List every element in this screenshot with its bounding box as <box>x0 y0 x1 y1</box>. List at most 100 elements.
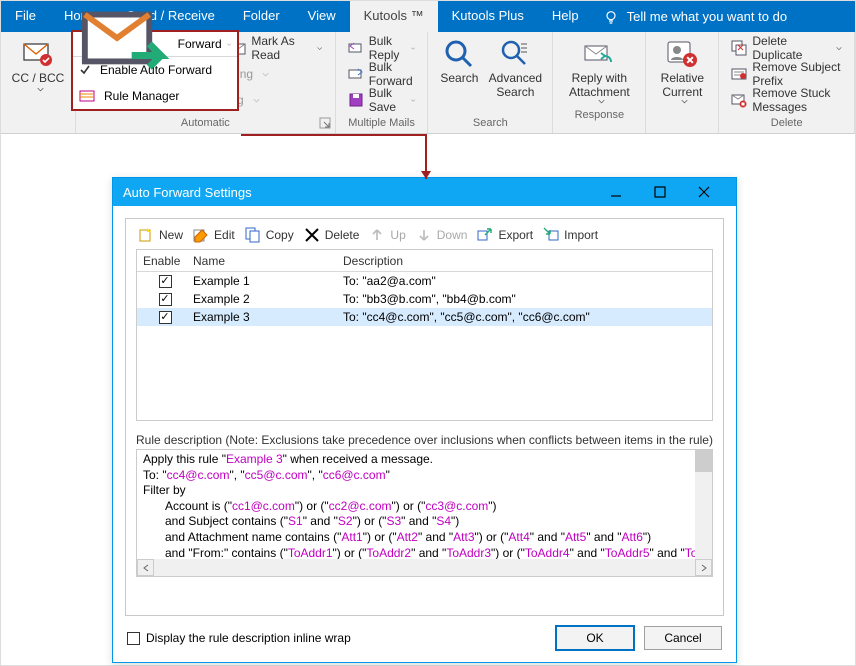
ribbon-group-response: Reply with Attachment Response <box>553 32 646 133</box>
ribbon-body: CC / BCC x x x Mark As Read tting <box>1 32 855 134</box>
dialog-footer: Display the rule description inline wrap… <box>125 616 724 650</box>
scroll-right-button[interactable] <box>695 559 712 576</box>
forward-label: Forward <box>178 37 222 51</box>
chevron-down-icon <box>411 97 415 104</box>
rule-desc-cell: To: "aa2@a.com" <box>337 274 712 288</box>
table-row[interactable]: Example 1To: "aa2@a.com" <box>137 272 712 290</box>
vertical-scrollbar[interactable] <box>695 450 712 559</box>
ccbcc-button[interactable]: CC / BCC <box>7 36 69 95</box>
display-inline-wrap-label: Display the rule description inline wrap <box>146 631 351 645</box>
table-row[interactable]: Example 2To: "bb3@b.com", "bb4@b.com" <box>137 290 712 308</box>
delete-duplicate-button[interactable]: Delete Duplicate <box>725 36 848 60</box>
remove-subject-prefix-label: Remove Subject Prefix <box>752 60 842 88</box>
bulk-reply-label: Bulk Reply <box>369 34 403 62</box>
ribbon-group-label-response: Response <box>575 107 625 125</box>
mark-as-read-button[interactable]: Mark As Read <box>224 36 328 60</box>
auto-forward-settings-dialog: Auto Forward Settings New Edit Copy <box>112 177 737 663</box>
enable-checkbox[interactable] <box>159 275 172 288</box>
tab-view[interactable]: View <box>294 1 350 32</box>
relative-current-button[interactable]: Relative Current <box>652 36 712 107</box>
tell-me-box[interactable]: Tell me what you want to do <box>593 1 797 32</box>
ccbcc-label: CC / BCC <box>12 72 65 86</box>
delete-x-icon <box>304 227 320 243</box>
tell-me-label: Tell me what you want to do <box>627 9 787 24</box>
col-header-enable[interactable]: Enable <box>137 254 187 268</box>
reply-with-attachment-label: Reply with Attachment <box>569 72 630 100</box>
enable-auto-forward-label: Enable Auto Forward <box>100 63 212 77</box>
copy-icon <box>245 227 261 243</box>
chevron-down-icon <box>411 45 415 52</box>
table-row[interactable]: Example 3To: "cc4@c.com", "cc5@c.com", "… <box>137 308 712 326</box>
forward-split-button[interactable]: Forward <box>73 32 237 57</box>
tab-folder[interactable]: Folder <box>229 1 294 32</box>
minimize-button[interactable] <box>594 178 638 206</box>
enable-checkbox[interactable] <box>159 293 172 306</box>
bulk-reply-button[interactable]: Bulk Reply <box>342 36 422 60</box>
envelope-check-icon <box>22 38 54 70</box>
down-label: Down <box>437 228 468 242</box>
rule-description-content[interactable]: Apply this rule "Example 3" when receive… <box>137 450 712 576</box>
up-button[interactable]: Up <box>369 227 405 243</box>
scroll-track[interactable] <box>154 559 695 576</box>
col-header-name[interactable]: Name <box>187 254 337 268</box>
export-button[interactable]: Export <box>477 227 533 243</box>
rule-name-cell: Example 2 <box>187 292 337 306</box>
tab-help[interactable]: Help <box>538 1 593 32</box>
remove-prefix-icon <box>731 66 747 82</box>
rule-name-cell: Example 3 <box>187 310 337 324</box>
search-icon <box>443 38 475 70</box>
search-button[interactable]: Search <box>434 36 484 115</box>
check-icon <box>79 64 91 76</box>
edit-icon <box>193 227 209 243</box>
dialog-toolbar: New Edit Copy Delete Up <box>136 227 713 249</box>
rule-manager-icon <box>79 88 95 104</box>
new-label: New <box>159 228 183 242</box>
partial-button-tting[interactable]: tting <box>224 62 328 86</box>
reply-icon <box>348 40 364 56</box>
rules-header: Enable Name Description <box>137 250 712 272</box>
delete-button[interactable]: Delete <box>304 227 360 243</box>
ok-button[interactable]: OK <box>556 626 634 650</box>
tab-kutools-plus[interactable]: Kutools Plus <box>438 1 538 32</box>
tab-file[interactable]: File <box>1 1 50 32</box>
col-header-description[interactable]: Description <box>337 254 712 268</box>
down-button[interactable]: Down <box>416 227 468 243</box>
new-icon <box>138 227 154 243</box>
new-button[interactable]: New <box>138 227 183 243</box>
delete-duplicate-icon <box>731 40 747 56</box>
bulk-forward-button[interactable]: Bulk Forward <box>342 62 422 86</box>
chevron-down-icon <box>227 41 231 48</box>
tab-kutools[interactable]: Kutools ™ <box>350 1 438 32</box>
ribbon-group-ccbcc: CC / BCC <box>1 32 76 133</box>
ribbon-group-label-delete: Delete <box>725 115 848 133</box>
save-icon <box>348 92 364 108</box>
lightbulb-icon <box>603 9 619 25</box>
dialog-title: Auto Forward Settings <box>123 185 594 200</box>
edit-button[interactable]: Edit <box>193 227 235 243</box>
cancel-button[interactable]: Cancel <box>644 626 722 650</box>
copy-button[interactable]: Copy <box>245 227 294 243</box>
display-inline-wrap-checkbox[interactable] <box>127 632 140 645</box>
copy-label: Copy <box>266 228 294 242</box>
maximize-icon <box>654 186 666 198</box>
ribbon-group-delete: Delete Duplicate Remove Subject Prefix R… <box>719 32 855 133</box>
dialog-titlebar[interactable]: Auto Forward Settings <box>113 178 736 206</box>
reply-with-attachment-button[interactable]: Reply with Attachment <box>559 36 639 107</box>
import-button[interactable]: Import <box>543 227 598 243</box>
advanced-search-button[interactable]: Advanced Search <box>484 36 546 115</box>
horizontal-scrollbar[interactable] <box>137 559 712 576</box>
ribbon-group-multiple-mails: Bulk Reply Bulk Forward Bulk Save Multip… <box>336 32 429 133</box>
bulk-save-button[interactable]: Bulk Save <box>342 88 422 112</box>
scroll-left-button[interactable] <box>137 559 154 576</box>
remove-stuck-messages-button[interactable]: Remove Stuck Messages <box>725 88 848 112</box>
partial-button-ng[interactable]: ng <box>224 88 328 112</box>
maximize-button[interactable] <box>638 178 682 206</box>
chevron-down-icon <box>598 98 605 105</box>
enable-checkbox[interactable] <box>159 311 172 324</box>
dialog-launcher-icon[interactable] <box>319 117 333 131</box>
delete-duplicate-label: Delete Duplicate <box>752 34 827 62</box>
close-button[interactable] <box>682 178 726 206</box>
remove-subject-prefix-button[interactable]: Remove Subject Prefix <box>725 62 848 86</box>
rule-description-label: Rule description (Note: Exclusions take … <box>136 433 713 447</box>
remove-stuck-messages-label: Remove Stuck Messages <box>752 86 842 114</box>
